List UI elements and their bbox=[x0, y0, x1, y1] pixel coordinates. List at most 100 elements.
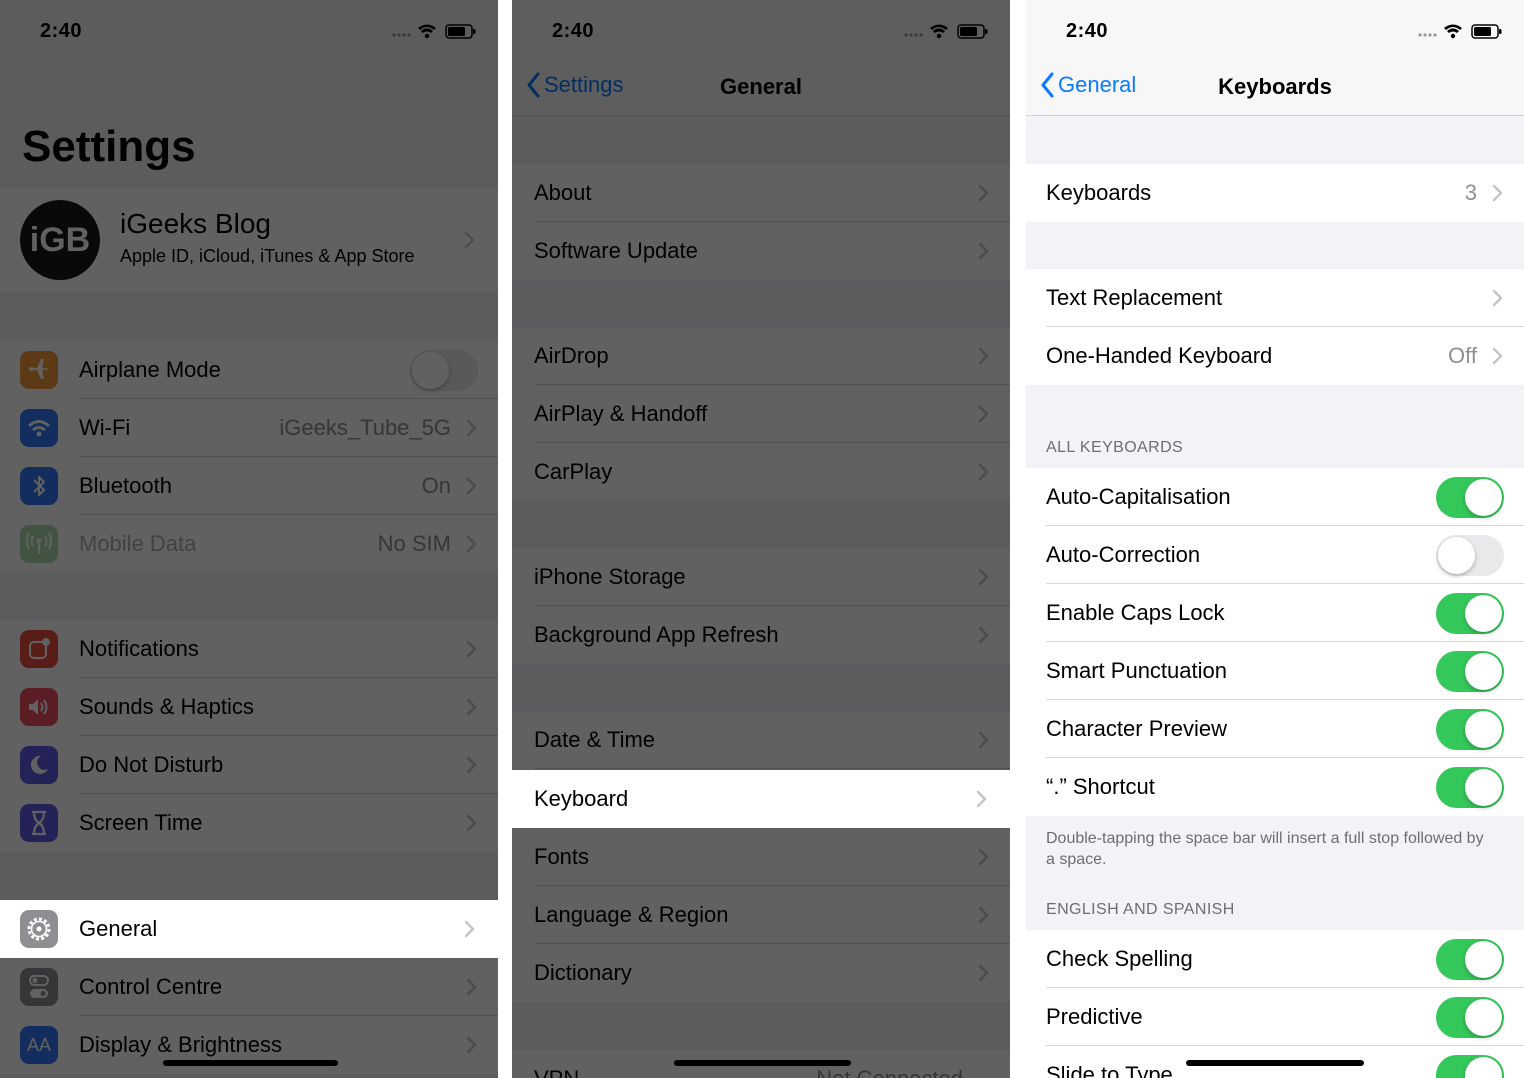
language-region-row[interactable]: Language & Region bbox=[512, 886, 1010, 944]
wifi-value: iGeeks_Tube_5G bbox=[279, 415, 451, 440]
chevron-right-icon bbox=[978, 184, 989, 202]
about-row[interactable]: About bbox=[512, 164, 1010, 222]
chevron-right-icon bbox=[978, 242, 989, 260]
status-time: 2:40 bbox=[552, 20, 595, 42]
slide-to-type-toggle[interactable] bbox=[1436, 1055, 1504, 1078]
mobile-data-row[interactable]: Mobile Data No SIM bbox=[0, 515, 498, 573]
chevron-right-icon bbox=[466, 978, 477, 996]
status-bar: 2:40 bbox=[0, 0, 498, 60]
auto-correction-row: Auto-Correction bbox=[1026, 526, 1524, 584]
apple-id-profile[interactable]: iGB iGeeks Blog Apple ID, iCloud, iTunes… bbox=[0, 188, 498, 292]
navigation-bar: General Keyboards bbox=[1026, 60, 1524, 116]
page-title: Settings bbox=[22, 122, 196, 171]
status-time: 2:40 bbox=[40, 20, 83, 42]
carplay-label: CarPlay bbox=[534, 459, 613, 484]
mobile-data-value: No SIM bbox=[377, 531, 451, 556]
iphone-storage-label: iPhone Storage bbox=[534, 564, 686, 589]
panel-divider bbox=[498, 0, 512, 1078]
do-not-disturb-label: Do Not Disturb bbox=[79, 752, 224, 777]
sounds-haptics-label: Sounds & Haptics bbox=[79, 694, 254, 719]
auto-correction-label: Auto-Correction bbox=[1046, 542, 1201, 567]
screen-time-label: Screen Time bbox=[79, 810, 203, 835]
general-row[interactable]: General bbox=[0, 900, 498, 958]
auto-capitalisation-row: Auto-Capitalisation bbox=[1026, 468, 1524, 526]
chevron-right-icon bbox=[1492, 289, 1503, 307]
notifications-icon bbox=[20, 630, 58, 668]
status-time: 2:40 bbox=[1066, 20, 1109, 42]
shortcut-toggle[interactable] bbox=[1436, 767, 1504, 808]
auto-correction-toggle[interactable] bbox=[1436, 535, 1504, 576]
airplane-mode-label: Airplane Mode bbox=[79, 357, 221, 382]
chevron-right-icon bbox=[466, 698, 477, 716]
language-header: ENGLISH AND SPANISH bbox=[1046, 901, 1235, 918]
shortcut-footer: Double-tapping the space bar will insert… bbox=[1046, 830, 1484, 868]
bluetooth-value: On bbox=[421, 473, 451, 498]
dictionary-row[interactable]: Dictionary bbox=[512, 944, 1010, 1002]
chevron-right-icon bbox=[1492, 184, 1503, 202]
shortcut-row: “.” Shortcut bbox=[1026, 758, 1524, 816]
vpn-value: Not Connected bbox=[816, 1066, 963, 1078]
screen-time-row[interactable]: Screen Time bbox=[0, 794, 498, 852]
airdrop-label: AirDrop bbox=[534, 343, 609, 368]
predictive-toggle[interactable] bbox=[1436, 997, 1504, 1038]
fonts-row[interactable]: Fonts bbox=[512, 828, 1010, 886]
control-centre-icon bbox=[20, 968, 58, 1006]
chevron-right-icon bbox=[466, 640, 477, 658]
airplay-handoff-label: AirPlay & Handoff bbox=[534, 401, 708, 426]
auto-capitalisation-toggle[interactable] bbox=[1436, 477, 1504, 518]
status-icons bbox=[392, 24, 476, 39]
background-app-refresh-row[interactable]: Background App Refresh bbox=[512, 606, 1010, 664]
chevron-right-icon bbox=[978, 626, 989, 644]
bluetooth-icon bbox=[20, 467, 58, 505]
chevron-right-icon bbox=[978, 906, 989, 924]
character-preview-row: Character Preview bbox=[1026, 700, 1524, 758]
chevron-right-icon bbox=[464, 231, 475, 249]
wifi-icon bbox=[20, 409, 58, 447]
hourglass-icon bbox=[20, 804, 58, 842]
smart-punctuation-toggle[interactable] bbox=[1436, 651, 1504, 692]
bluetooth-row[interactable]: Bluetooth On bbox=[0, 457, 498, 515]
gear-icon bbox=[20, 910, 58, 948]
chevron-right-icon bbox=[978, 848, 989, 866]
check-spelling-toggle[interactable] bbox=[1436, 939, 1504, 980]
panel-divider bbox=[1010, 0, 1026, 1078]
general-label: General bbox=[79, 916, 158, 941]
nav-title: Keyboards bbox=[1218, 74, 1332, 99]
wifi-label: Wi-Fi bbox=[79, 415, 131, 440]
home-indicator bbox=[1186, 1060, 1364, 1066]
airplane-icon bbox=[20, 351, 58, 389]
airdrop-row[interactable]: AirDrop bbox=[512, 327, 1010, 385]
status-icons bbox=[1418, 24, 1502, 39]
keyboard-row[interactable]: Keyboard bbox=[512, 770, 1010, 828]
control-centre-row[interactable]: Control Centre bbox=[0, 958, 498, 1016]
character-preview-toggle[interactable] bbox=[1436, 709, 1504, 750]
chevron-right-icon bbox=[976, 790, 987, 808]
wifi-row[interactable]: Wi-Fi iGeeks_Tube_5G bbox=[0, 399, 498, 457]
language-region-label: Language & Region bbox=[534, 902, 729, 927]
profile-subtitle: Apple ID, iCloud, iTunes & App Store bbox=[120, 246, 415, 266]
sounds-haptics-row[interactable]: Sounds & Haptics bbox=[0, 678, 498, 736]
airplay-handoff-row[interactable]: AirPlay & Handoff bbox=[512, 385, 1010, 443]
settings-screen: 2:40 Settings iGB iGeeks Blog Apple ID, … bbox=[0, 0, 498, 1078]
chevron-right-icon bbox=[978, 405, 989, 423]
airplane-mode-toggle[interactable] bbox=[410, 350, 478, 391]
iphone-storage-row[interactable]: iPhone Storage bbox=[512, 548, 1010, 606]
airplane-mode-row[interactable]: Airplane Mode bbox=[0, 341, 498, 399]
enable-caps-lock-label: Enable Caps Lock bbox=[1046, 600, 1225, 625]
software-update-label: Software Update bbox=[534, 238, 698, 263]
notifications-row[interactable]: Notifications bbox=[0, 620, 498, 678]
smart-punctuation-label: Smart Punctuation bbox=[1046, 658, 1227, 683]
software-update-row[interactable]: Software Update bbox=[512, 222, 1010, 280]
one-handed-keyboard-row[interactable]: One-Handed Keyboard Off bbox=[1026, 327, 1524, 385]
keyboards-count: 3 bbox=[1464, 180, 1477, 205]
enable-caps-lock-toggle[interactable] bbox=[1436, 593, 1504, 634]
do-not-disturb-row[interactable]: Do Not Disturb bbox=[0, 736, 498, 794]
date-time-row[interactable]: Date & Time bbox=[512, 711, 1010, 769]
carplay-row[interactable]: CarPlay bbox=[512, 443, 1010, 501]
status-icons bbox=[904, 24, 988, 39]
display-icon: AA bbox=[20, 1026, 58, 1064]
general-screen: 2:40 Settings General About Software Upd… bbox=[512, 0, 1010, 1078]
keyboards-row[interactable]: Keyboards 3 bbox=[1026, 164, 1524, 222]
check-spelling-row: Check Spelling bbox=[1026, 930, 1524, 988]
text-replacement-row[interactable]: Text Replacement bbox=[1026, 269, 1524, 327]
